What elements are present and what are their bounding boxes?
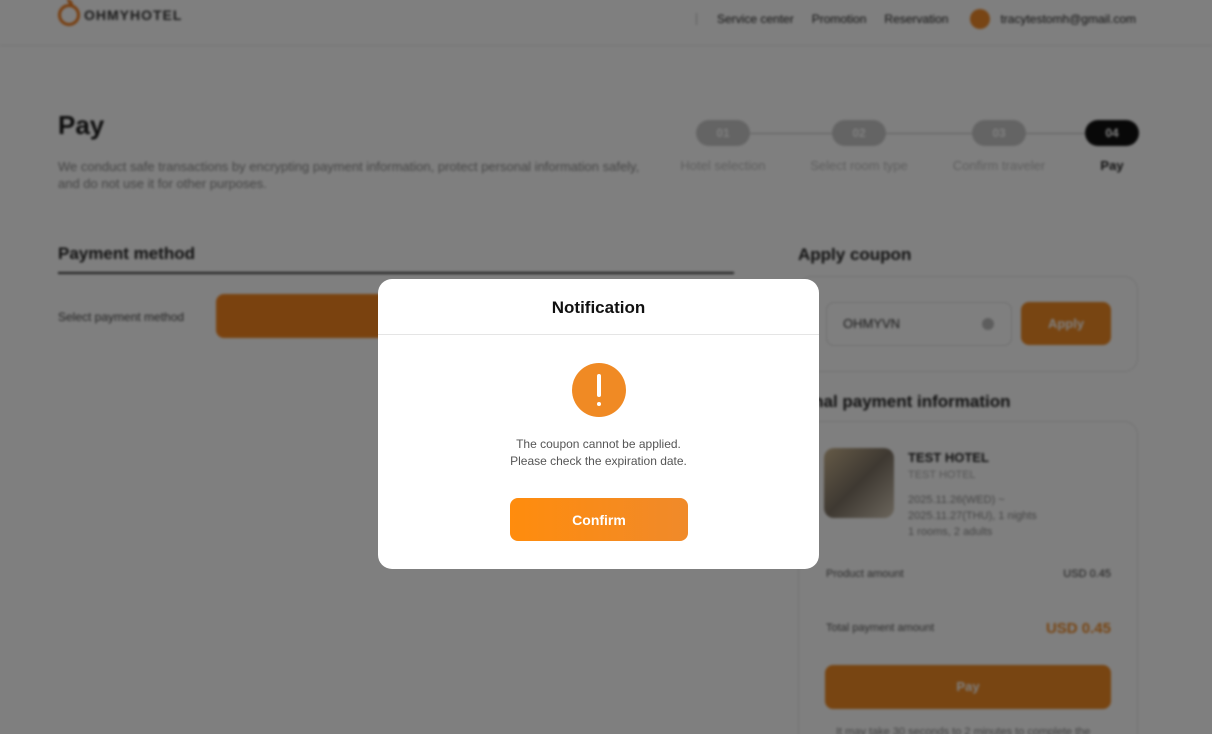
exclamation-dot: [597, 402, 601, 406]
dialog-message: The coupon cannot be applied. Please che…: [378, 436, 819, 470]
exclamation-bar: [597, 374, 601, 397]
dialog-message-line-1: The coupon cannot be applied.: [516, 437, 681, 451]
dialog-message-line-2: Please check the expiration date.: [510, 454, 687, 468]
notification-dialog: Notification The coupon cannot be applie…: [378, 279, 819, 569]
exclamation-icon: [572, 363, 626, 417]
dialog-title: Notification: [378, 279, 819, 335]
confirm-button[interactable]: Confirm: [510, 498, 688, 541]
